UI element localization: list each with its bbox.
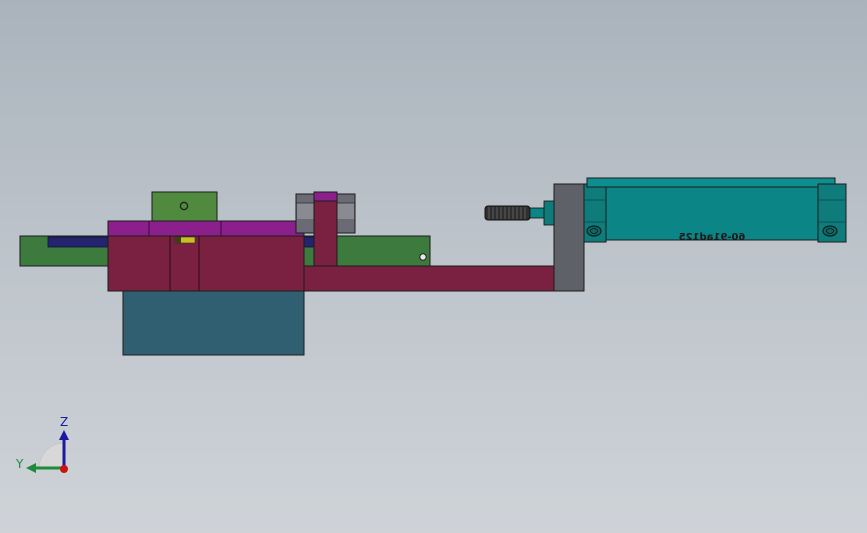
triad-x-origin: [60, 465, 68, 473]
slate-base-block: [122, 289, 305, 356]
rear-port-fitting: [822, 225, 838, 237]
orientation-triad: Z Y: [15, 415, 69, 473]
purple-post: [313, 191, 338, 267]
cylinder-threaded-rod: [484, 205, 531, 221]
cylinder-mount-bracket: [553, 183, 585, 292]
cylinder-label: 60-91ad125: [679, 232, 746, 243]
triad-z-label: Z: [60, 415, 68, 429]
triad-z-arrowhead: [59, 430, 69, 440]
triad-y-label: Y: [15, 457, 24, 471]
purple-top-plate: [107, 220, 305, 237]
rail-hole: [419, 253, 427, 261]
assembly-drawing: 60-91ad125 Z Y: [15, 177, 847, 473]
cad-viewport[interactable]: 60-91ad125 Z Y: [0, 0, 867, 533]
cylinder-rod-collar: [543, 200, 555, 226]
purple-post-cap: [313, 191, 338, 202]
triad-y-arrowhead: [26, 463, 36, 473]
maroon-main-body: [107, 235, 305, 292]
cylinder-rod: [529, 207, 547, 219]
green-top-block: [151, 191, 218, 222]
cylinder-top-tube: [586, 177, 836, 188]
triad-quarter-disc: [38, 442, 65, 469]
maroon-arm: [303, 265, 555, 292]
yellow-insert-shade: [175, 237, 181, 243]
front-port-fitting: [586, 225, 602, 237]
